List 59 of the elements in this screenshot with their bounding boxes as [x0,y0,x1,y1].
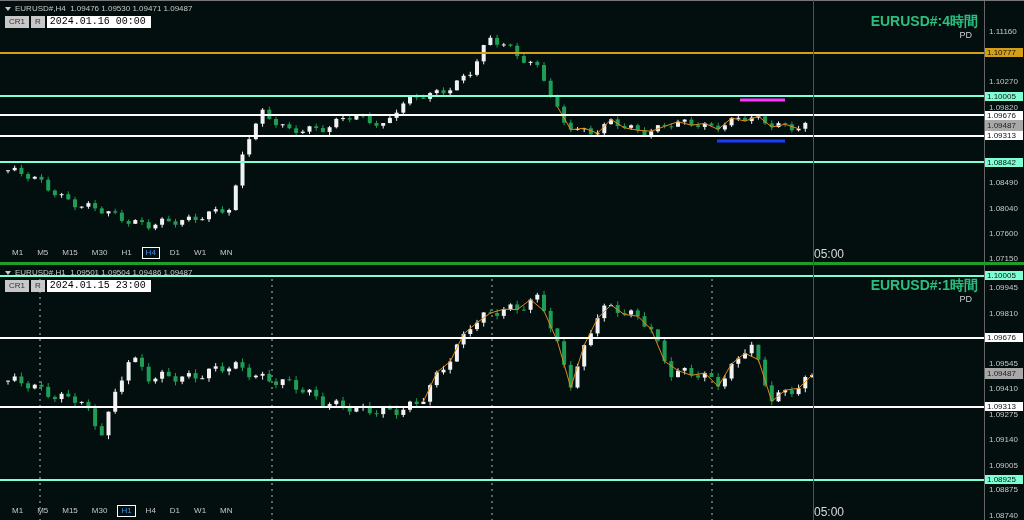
timeframe-button[interactable]: H4 [141,247,160,259]
timeframe-button[interactable]: D1 [165,505,185,517]
price-tag: 1.08842 [985,157,1023,167]
axis-label: 1.09820 [989,103,1018,112]
timeframe-button[interactable]: D1 [165,247,185,259]
price-tag: 1.10777 [985,48,1023,58]
price-tag: 1.10005 [985,271,1023,281]
toolbar-button[interactable]: CR1 [5,280,29,292]
axis-label: 1.08040 [989,204,1018,213]
axis-label: 1.07150 [989,255,1018,263]
date-time-field[interactable]: 2024.01.15 23:00 [46,280,151,292]
axis-label: 1.09275 [989,410,1018,419]
symbol-info: EURUSD#,H4 1.09476 1.09530 1.09471 1.09487 [15,4,193,14]
timeframe-button[interactable]: M1 [8,247,28,259]
chart-subtitle: PD [959,29,972,42]
axis-label: 1.08875 [989,486,1018,495]
axis-label: 1.10270 [989,78,1018,87]
timeframe-button[interactable]: M5 [33,505,53,517]
timeframe-button[interactable]: MN [216,505,237,517]
axis-label: 1.09410 [989,385,1018,394]
toolbar-button[interactable]: CR1 [5,16,29,28]
axis-label: 1.09810 [989,309,1018,318]
toolbar-button[interactable]: R [31,280,45,292]
axis-label: 1.09005 [989,461,1018,470]
axis-label: 1.09545 [989,359,1018,368]
axis-label: 1.08490 [989,179,1018,188]
current-price-tag: 1.09487 [985,368,1023,380]
axis-label: 1.11160 [989,28,1017,36]
timeframe-button[interactable]: H1 [117,247,136,259]
timeframe-button[interactable]: M15 [58,247,82,259]
symbol-info: EURUSD#,H1 1.09501 1.09504 1.09486 1.09487 [15,268,193,278]
axis-label: 1.09945 [989,284,1018,292]
axis-label: 1.09140 [989,436,1018,445]
axis-label: 1.08740 [989,512,1018,520]
timeframe-button[interactable]: MN [216,247,237,259]
date-time-field[interactable]: 2024.01.16 00:00 [46,16,151,28]
current-price-tag: 1.09487 [985,120,1023,132]
chart-subtitle: PD [959,293,972,306]
price-tag: 1.09676 [985,110,1023,120]
time-label: 05:00 [814,506,845,519]
toolbar-button[interactable]: R [31,16,45,28]
chart-title: EURUSD#:1時間 [870,276,978,295]
timeframe-button[interactable]: H4 [141,505,160,517]
price-tag: 1.09313 [985,131,1023,141]
timeframe-button[interactable]: M1 [8,505,28,517]
time-label: 05:00 [814,248,845,261]
timeframe-button[interactable]: M30 [87,247,112,259]
timeframe-button[interactable]: M30 [87,505,112,517]
timeframe-button[interactable]: M15 [58,505,82,517]
price-tag: 1.08925 [985,475,1023,485]
timeframe-button[interactable]: M5 [33,247,53,259]
timeframe-button[interactable]: W1 [190,505,211,517]
axis-label: 1.07600 [989,229,1018,238]
timeframe-button[interactable]: W1 [190,247,211,259]
price-tag: 1.09313 [985,402,1023,412]
price-tag: 1.09676 [985,333,1023,343]
timeframe-button[interactable]: H1 [117,505,136,517]
chart-title: EURUSD#:4時間 [870,12,978,31]
price-tag: 1.10005 [985,91,1023,101]
